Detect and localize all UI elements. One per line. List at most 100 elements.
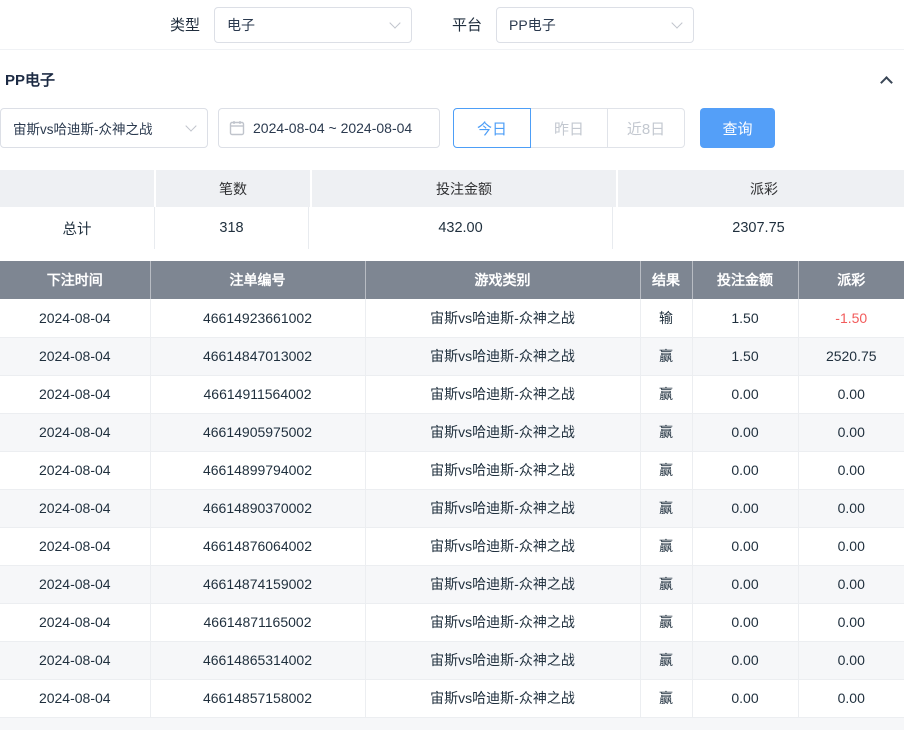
result-cell: 赢 [640,641,692,679]
bet-amount-cell: 0.00 [692,527,798,565]
bet-table-header-row: 下注时间 注单编号 游戏类别 结果 投注金额 派彩 [0,261,904,299]
game-category-cell: 宙斯vs哈迪斯-众神之战 [365,375,640,413]
table-row: 2024-08-04 46614871165002 宙斯vs哈迪斯-众神之战 赢… [0,603,904,641]
bet-time-cell: 2024-08-04 [0,413,150,451]
bet-table-body: 2024-08-04 46614923661002 宙斯vs哈迪斯-众神之战 输… [0,299,904,717]
result-cell: 赢 [640,527,692,565]
game-category-cell: 宙斯vs哈迪斯-众神之战 [365,527,640,565]
result-cell: 赢 [640,565,692,603]
col-header-game-category: 游戏类别 [365,261,640,299]
bet-amount-cell: 0.00 [692,565,798,603]
table-row: 2024-08-04 46614905975002 宙斯vs哈迪斯-众神之战 赢… [0,413,904,451]
last-8-days-button[interactable]: 近8日 [607,108,685,148]
result-cell: 赢 [640,603,692,641]
table-row [0,718,904,730]
bet-amount-cell: 0.00 [692,375,798,413]
col-header-bet-time: 下注时间 [0,261,150,299]
payout-cell: 2520.75 [798,337,904,375]
bet-time-cell: 2024-08-04 [0,679,150,717]
chevron-down-icon [389,17,400,28]
summary-total-count: 318 [154,207,308,249]
game-category-cell: 宙斯vs哈迪斯-众神之战 [365,679,640,717]
order-id-cell: 46614871165002 [150,603,365,641]
bet-time-cell: 2024-08-04 [0,489,150,527]
bet-amount-cell: 0.00 [692,451,798,489]
result-cell: 赢 [640,679,692,717]
table-row: 2024-08-04 46614911564002 宙斯vs哈迪斯-众神之战 赢… [0,375,904,413]
result-cell: 赢 [640,451,692,489]
table-row: 2024-08-04 46614899794002 宙斯vs哈迪斯-众神之战 赢… [0,451,904,489]
bet-amount-cell: 0.00 [692,641,798,679]
bet-time-cell: 2024-08-04 [0,527,150,565]
game-select-value: 宙斯vs哈迪斯-众神之战 [13,118,153,138]
bet-amount-cell: 0.00 [692,413,798,451]
summary-col-empty [0,170,154,207]
table-row: 2024-08-04 46614847013002 宙斯vs哈迪斯-众神之战 赢… [0,337,904,375]
platform-select[interactable]: PP电子 [496,7,694,43]
payout-cell: 0.00 [798,413,904,451]
today-button[interactable]: 今日 [453,108,531,148]
summary-header-row: 笔数 投注金额 派彩 [0,170,904,207]
payout-cell: 0.00 [798,375,904,413]
col-header-bet-amount: 投注金额 [692,261,798,299]
game-category-cell: 宙斯vs哈迪斯-众神之战 [365,565,640,603]
yesterday-button[interactable]: 昨日 [530,108,608,148]
bet-amount-cell: 1.50 [692,337,798,375]
game-category-cell: 宙斯vs哈迪斯-众神之战 [365,451,640,489]
col-header-result: 结果 [640,261,692,299]
date-range-value: 2024-08-04 ~ 2024-08-04 [253,120,412,136]
summary-col-count: 笔数 [156,170,310,207]
search-button[interactable]: 查询 [700,108,775,148]
payout-cell: -1.50 [798,299,904,337]
result-cell: 赢 [640,413,692,451]
game-category-cell: 宙斯vs哈迪斯-众神之战 [365,489,640,527]
order-id-cell: 46614905975002 [150,413,365,451]
summary-col-bet-amount: 投注金额 [312,170,616,207]
table-row: 2024-08-04 46614874159002 宙斯vs哈迪斯-众神之战 赢… [0,565,904,603]
table-row: 2024-08-04 46614876064002 宙斯vs哈迪斯-众神之战 赢… [0,527,904,565]
result-cell: 赢 [640,337,692,375]
game-category-cell: 宙斯vs哈迪斯-众神之战 [365,413,640,451]
payout-cell: 0.00 [798,679,904,717]
table-row: 2024-08-04 46614865314002 宙斯vs哈迪斯-众神之战 赢… [0,641,904,679]
game-category-cell: 宙斯vs哈迪斯-众神之战 [365,641,640,679]
order-id-cell: 46614874159002 [150,565,365,603]
order-id-cell: 46614899794002 [150,451,365,489]
bet-amount-cell: 0.00 [692,489,798,527]
bet-amount-cell: 1.50 [692,299,798,337]
bet-time-cell: 2024-08-04 [0,337,150,375]
chevron-down-icon [185,120,196,131]
bet-time-cell: 2024-08-04 [0,641,150,679]
order-id-cell: 46614911564002 [150,375,365,413]
type-select[interactable]: 电子 [214,7,412,43]
bet-amount-cell: 0.00 [692,603,798,641]
result-cell: 输 [640,299,692,337]
game-category-cell: 宙斯vs哈迪斯-众神之战 [365,603,640,641]
payout-cell: 0.00 [798,641,904,679]
platform-label: 平台 [452,14,482,35]
summary-total-bet-amount: 432.00 [308,207,612,249]
summary-total-label: 总计 [0,207,154,249]
payout-cell: 0.00 [798,451,904,489]
game-category-cell: 宙斯vs哈迪斯-众神之战 [365,299,640,337]
bet-table: 下注时间 注单编号 游戏类别 结果 投注金额 派彩 2024-08-04 466… [0,261,904,718]
payout-cell: 0.00 [798,565,904,603]
top-filter-bar: 类型 电子 平台 PP电子 [0,0,904,50]
summary-col-payout: 派彩 [618,170,904,207]
table-row: 2024-08-04 46614923661002 宙斯vs哈迪斯-众神之战 输… [0,299,904,337]
page-title: PP电子 [5,69,55,90]
date-range-input[interactable]: 2024-08-04 ~ 2024-08-04 [218,108,440,148]
type-select-value: 电子 [227,15,255,35]
game-select[interactable]: 宙斯vs哈迪斯-众神之战 [0,108,208,148]
col-header-payout: 派彩 [798,261,904,299]
table-row: 2024-08-04 46614857158002 宙斯vs哈迪斯-众神之战 赢… [0,679,904,717]
order-id-cell: 46614857158002 [150,679,365,717]
summary-total-payout: 2307.75 [612,207,904,249]
chevron-up-icon[interactable] [880,76,893,89]
payout-cell: 0.00 [798,489,904,527]
payout-cell: 0.00 [798,527,904,565]
table-row: 2024-08-04 46614890370002 宙斯vs哈迪斯-众神之战 赢… [0,489,904,527]
result-cell: 赢 [640,489,692,527]
platform-select-value: PP电子 [509,15,556,35]
type-label: 类型 [170,14,200,35]
